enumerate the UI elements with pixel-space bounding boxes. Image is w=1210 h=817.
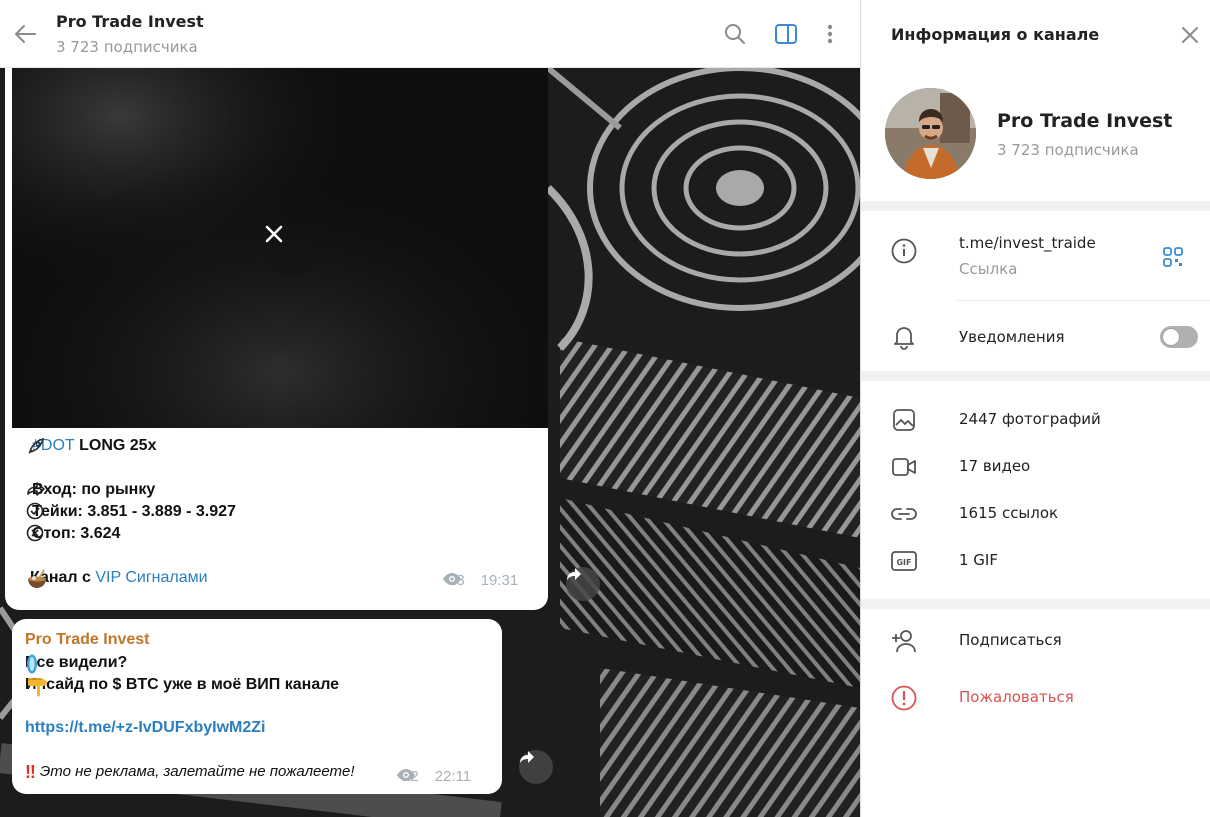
message-bubble-insider: Pro Trade Invest Все видели? Инсайд по $…: [12, 619, 502, 794]
telegram-window: Pro Trade Invest 3 723 подписчика #DOT L…: [0, 0, 1210, 817]
message-line-1: Все видели?: [25, 653, 132, 674]
chat-header: Pro Trade Invest 3 723 подписчика: [0, 0, 860, 68]
close-media-icon[interactable]: [264, 224, 316, 276]
chat-wallpaper: #DOT LONG 25x Вход: по рынку Тейки: 3.85…: [0, 68, 860, 817]
footer-note: Это не реклама, залетайте не пожалеете!: [39, 763, 355, 780]
gif-row[interactable]: GIF 1 GIF: [861, 541, 1210, 581]
message-meta: 13 19:31: [442, 572, 518, 589]
stop-line: Стоп: 3.624: [26, 524, 120, 544]
channel-name: Pro Trade Invest: [997, 110, 1173, 132]
back-arrow-icon[interactable]: [10, 19, 40, 49]
bell-icon: [889, 322, 919, 352]
link-icon: [889, 499, 919, 529]
close-icon[interactable]: [1176, 21, 1204, 49]
media-preview[interactable]: [12, 68, 548, 428]
report-label: Пожаловаться: [959, 688, 1074, 706]
message-line-2: Инсайд по $ BTC уже в моё ВИП канале: [25, 675, 341, 697]
section-separator: [861, 599, 1210, 609]
subscribe-button[interactable]: Подписаться: [861, 621, 1210, 661]
notifications-toggle[interactable]: [1160, 326, 1198, 348]
entry-text: Вход: по рынку: [32, 481, 156, 498]
report-button[interactable]: Пожаловаться: [861, 678, 1210, 718]
vip-channel-link[interactable]: VIP Сигналами: [95, 568, 207, 588]
signal-heading: #DOT LONG 25x: [26, 436, 156, 456]
photo-icon: [889, 405, 919, 435]
entry-line: Вход: по рынку: [26, 480, 155, 500]
channel-subscribers: 3 723 подписчика: [997, 141, 1139, 159]
stop-text: Стоп: 3.624: [32, 525, 121, 542]
photos-count: 2447 фотографий: [959, 410, 1101, 428]
takes-line: Тейки: 3.851 - 3.889 - 3.927: [26, 502, 236, 522]
chat-title[interactable]: Pro Trade Invest: [56, 12, 204, 31]
notifications-label: Уведомления: [959, 328, 1065, 346]
channel-link[interactable]: t.me/invest_traide: [959, 234, 1096, 252]
subscribe-label: Подписаться: [959, 631, 1062, 649]
video-icon: [889, 452, 919, 482]
message-meta: 12 22:11: [396, 768, 471, 785]
info-icon: [889, 236, 919, 266]
channel-link-row[interactable]: t.me/invest_traide Ссылка: [861, 226, 1210, 286]
section-separator: [861, 201, 1210, 211]
notifications-row[interactable]: Уведомления: [861, 318, 1210, 358]
message-sender[interactable]: Pro Trade Invest: [25, 630, 150, 650]
invite-link[interactable]: https://t.me/+z-IvDUFxbyIwM2Zi: [25, 718, 265, 738]
row-divider: [957, 300, 1210, 301]
svg-text:GIF: GIF: [896, 558, 911, 567]
qr-code-icon[interactable]: [1158, 242, 1188, 272]
gif-icon: GIF: [889, 546, 919, 576]
forward-button[interactable]: [566, 567, 600, 601]
more-menu-icon[interactable]: [815, 19, 845, 49]
message-line-1-text: Все видели?: [25, 654, 132, 671]
panel-title: Информация о канале: [891, 25, 1100, 44]
alert-icon: [889, 683, 919, 713]
double-exclamation-icon: ‼: [25, 762, 36, 782]
add-user-icon: [889, 626, 919, 656]
chat-subscribers: 3 723 подписчика: [56, 38, 198, 56]
chat-area: Pro Trade Invest 3 723 подписчика #DOT L…: [0, 0, 860, 817]
message-line-2-text: Инсайд по $ BTC уже в моё ВИП канале: [25, 676, 340, 693]
section-separator: [861, 371, 1210, 381]
takes-text: Тейки: 3.851 - 3.889 - 3.927: [32, 503, 236, 520]
signal-title: LONG 25x: [74, 437, 157, 454]
links-count: 1615 ссылок: [959, 504, 1059, 522]
videos-count: 17 видео: [959, 457, 1031, 475]
link-caption: Ссылка: [959, 260, 1018, 278]
message-time: 19:31: [480, 572, 519, 589]
channel-avatar[interactable]: [885, 88, 976, 179]
forward-button[interactable]: [519, 750, 553, 784]
videos-row[interactable]: 17 видео: [861, 447, 1210, 487]
gif-count: 1 GIF: [959, 551, 998, 569]
links-row[interactable]: 1615 ссылок: [861, 494, 1210, 534]
search-icon[interactable]: [720, 19, 750, 49]
sidebar-toggle-icon[interactable]: [771, 19, 801, 49]
channel-info-panel: Информация о канале Pro Trade Invest 3 7…: [860, 0, 1210, 817]
message-footer: ‼ Это не реклама, залетайте не пожалеете…: [25, 762, 355, 782]
channel-promo-line: Канал с VIP Сигналами: [26, 568, 208, 588]
message-bubble-signal: #DOT LONG 25x Вход: по рынку Тейки: 3.85…: [5, 68, 548, 610]
message-time: 22:11: [434, 768, 472, 785]
photos-row[interactable]: 2447 фотографий: [861, 400, 1210, 440]
